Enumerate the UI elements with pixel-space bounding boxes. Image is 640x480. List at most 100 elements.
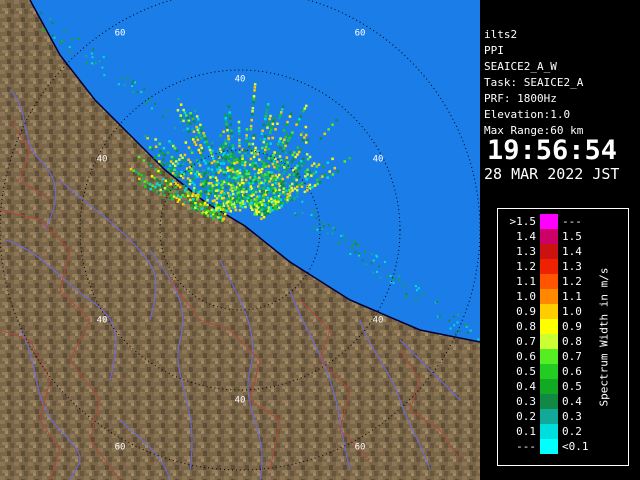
echo-cell [171, 166, 174, 169]
echo-cell [300, 185, 304, 188]
echo-cell [94, 62, 97, 65]
echo-cell [222, 148, 225, 152]
echo-cell [259, 170, 263, 174]
echo-cell [176, 194, 180, 197]
echo-cell [243, 159, 246, 162]
echo-cell [233, 205, 237, 209]
echo-cell [301, 211, 304, 214]
echo-cell [150, 175, 154, 178]
echo-cell [251, 113, 254, 116]
echo-cell [304, 133, 308, 137]
echo-cell [59, 41, 62, 44]
echo-cell [333, 166, 336, 170]
echo-cell [269, 159, 273, 162]
echo-cell [291, 182, 294, 186]
echo-cell [298, 183, 301, 187]
echo-cell [466, 331, 469, 334]
echo-cell [213, 199, 216, 202]
echo-cell [284, 135, 287, 139]
echo-cell [238, 174, 242, 178]
echo-cell [262, 123, 266, 127]
echo-cell [315, 165, 318, 168]
echo-cell [308, 171, 312, 174]
echo-cell [226, 166, 229, 169]
echo-cell [206, 199, 209, 202]
echo-cell [169, 182, 172, 186]
echo-cell [280, 204, 284, 208]
ring-label-40-se: 40 [373, 316, 384, 326]
echo-cell [252, 205, 255, 209]
echo-cell [296, 168, 300, 172]
legend-swatch [540, 349, 558, 364]
echo-cell [168, 164, 172, 167]
echo-cell [245, 190, 248, 193]
echo-cell [254, 180, 258, 183]
echo-cell [229, 200, 233, 203]
legend-swatch [540, 334, 558, 349]
echo-cell [263, 179, 267, 182]
echo-cell [176, 162, 180, 165]
scan-date: 28 MAR 2022 JST [484, 165, 620, 183]
echo-cell [131, 82, 134, 85]
echo-cell [185, 123, 188, 126]
echo-cell [192, 130, 196, 133]
echo-cell [320, 228, 323, 231]
legend-row: 0.9 1.0 [498, 304, 608, 319]
echo-cell [182, 108, 185, 112]
echo-cell [222, 199, 226, 203]
echo-cell [453, 324, 456, 327]
echo-cell [229, 181, 232, 184]
echo-cell [233, 198, 236, 202]
echo-cell [263, 191, 266, 194]
echo-cell [171, 172, 175, 175]
echo-cell [169, 170, 173, 173]
echo-cell [402, 284, 405, 287]
echo-cell [147, 162, 150, 166]
echo-cell [173, 168, 176, 171]
echo-cell [214, 192, 217, 195]
legend-upper-value: 1.0 [562, 305, 582, 318]
legend-row: 1.1 1.2 [498, 274, 608, 289]
echo-cell [199, 175, 203, 178]
echo-cell [179, 120, 182, 123]
legend-upper-value: 1.1 [562, 290, 582, 303]
legend-upper-value: 1.2 [562, 275, 582, 288]
echo-cell [258, 158, 261, 161]
echo-cell [158, 179, 161, 183]
echo-cell [197, 118, 200, 121]
legend-upper-value: --- [562, 215, 582, 228]
echo-cell [241, 206, 244, 209]
echo-cell [203, 180, 206, 183]
echo-cell [171, 197, 174, 201]
echo-cell [298, 166, 302, 170]
echo-cell [210, 189, 213, 193]
echo-cell [200, 201, 204, 205]
echo-cell [159, 171, 163, 175]
echo-cell [222, 170, 225, 174]
echo-cell [260, 217, 263, 220]
echo-cell [268, 180, 271, 183]
echo-cell [227, 105, 231, 108]
echo-cell [277, 169, 281, 172]
echo-cell [219, 216, 222, 219]
echo-cell [190, 114, 194, 118]
echo-cell [200, 129, 203, 132]
echo-cell [246, 160, 249, 164]
echo-cell [241, 175, 244, 178]
echo-cell [371, 253, 373, 256]
ring-label-40-e: 40 [373, 155, 384, 165]
echo-cell [209, 211, 212, 214]
echo-cell [235, 158, 239, 161]
echo-cell [322, 225, 325, 228]
echo-cell [244, 205, 247, 209]
legend-row: 0.7 0.8 [498, 334, 608, 349]
echo-cell [183, 158, 186, 162]
echo-cell [184, 141, 188, 144]
echo-cell [159, 188, 162, 192]
echo-cell [264, 145, 268, 149]
echo-cell [252, 133, 256, 137]
echo-cell [164, 179, 168, 182]
echo-cell [405, 292, 408, 295]
echo-cell [199, 151, 202, 154]
echo-cell [224, 194, 228, 198]
